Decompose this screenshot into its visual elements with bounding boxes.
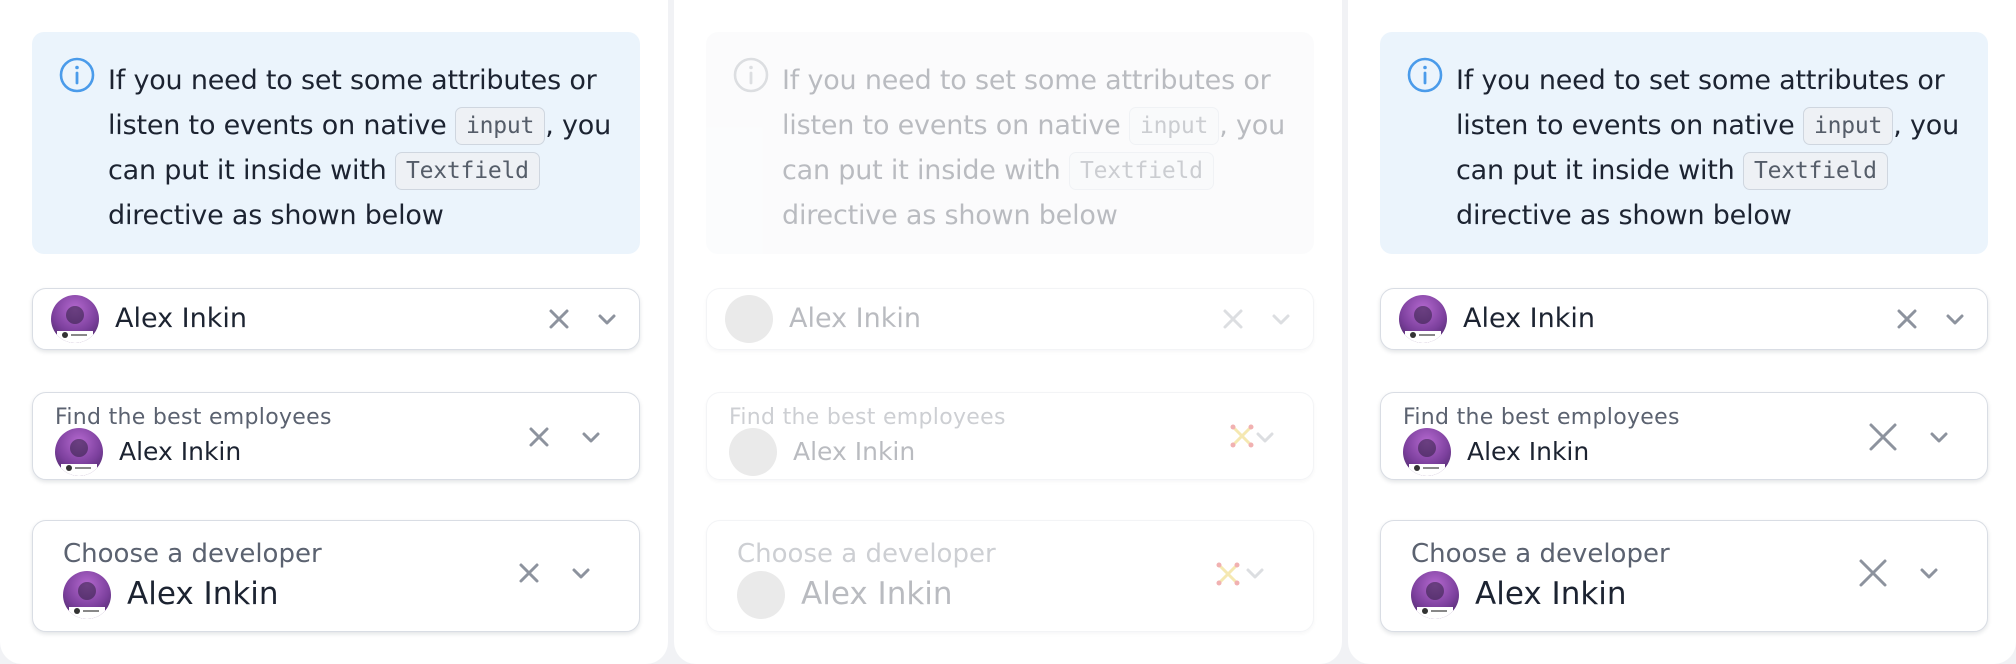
select-field-medium: Find the best employees Alex Inkin xyxy=(706,392,1314,480)
code-textfield: Textfield xyxy=(1742,152,1888,190)
avatar xyxy=(1403,428,1451,476)
clear-icon xyxy=(1223,309,1243,329)
select-field-small[interactable]: Alex Inkin xyxy=(32,288,640,350)
info-icon xyxy=(59,57,95,93)
clear-icon[interactable] xyxy=(547,307,571,331)
select-field-medium[interactable]: Find the best employees Alex Inkin xyxy=(1380,392,1988,480)
select-field-small[interactable]: Alex Inkin xyxy=(1380,288,1988,350)
selected-value: Alex Inkin xyxy=(115,303,247,334)
code-textfield: Textfield xyxy=(1068,152,1214,190)
clear-icon[interactable] xyxy=(1895,307,1919,331)
code-textfield: Textfield xyxy=(394,152,540,190)
clear-icon xyxy=(1216,562,1240,586)
info-text: If you need to set some attributes or li… xyxy=(782,65,1285,231)
avatar xyxy=(1411,571,1459,619)
select-field-large[interactable]: Choose a developer Alex Inkin xyxy=(1380,520,1988,632)
field-label: Find the best employees xyxy=(1403,405,1680,430)
avatar xyxy=(729,428,777,476)
select-field-large: Choose a developer Alex Inkin xyxy=(706,520,1314,632)
selected-value: Alex Inkin xyxy=(801,576,953,612)
select-field-small: Alex Inkin xyxy=(706,288,1314,350)
avatar xyxy=(51,295,99,343)
chevron-down-icon xyxy=(1272,314,1290,325)
selected-value: Alex Inkin xyxy=(793,437,916,466)
selected-value: Alex Inkin xyxy=(119,437,242,466)
avatar xyxy=(737,571,785,619)
example-panel-2: If you need to set some attributes or li… xyxy=(674,0,1342,664)
selected-value: Alex Inkin xyxy=(789,303,921,334)
info-notification: If you need to set some attributes or li… xyxy=(1380,32,1988,254)
clear-icon[interactable] xyxy=(527,425,551,449)
field-label: Choose a developer xyxy=(1411,539,1670,569)
avatar xyxy=(55,428,103,476)
field-label: Find the best employees xyxy=(55,405,332,430)
chevron-down-icon[interactable] xyxy=(1927,427,1951,447)
chevron-down-icon[interactable] xyxy=(579,427,603,447)
code-input: input xyxy=(1802,107,1894,145)
chevron-down-icon[interactable] xyxy=(595,309,619,329)
code-input: input xyxy=(454,107,546,145)
info-text: If you need to set some attributes or li… xyxy=(108,65,611,231)
info-notification: If you need to set some attributes or li… xyxy=(32,32,640,254)
selected-value: Alex Inkin xyxy=(1463,303,1595,334)
field-label: Choose a developer xyxy=(737,539,996,569)
field-label: Find the best employees xyxy=(729,405,1006,430)
clear-icon[interactable] xyxy=(1857,557,1889,589)
select-field-medium[interactable]: Find the best employees Alex Inkin xyxy=(32,392,640,480)
selected-value: Alex Inkin xyxy=(1467,437,1590,466)
example-panel-1: If you need to set some attributes or li… xyxy=(0,0,668,664)
info-icon xyxy=(733,57,769,93)
avatar xyxy=(1399,295,1447,343)
avatar xyxy=(725,295,773,343)
info-icon xyxy=(1407,57,1443,93)
example-panel-3: If you need to set some attributes or li… xyxy=(1348,0,2016,664)
info-text: If you need to set some attributes or li… xyxy=(1456,65,1959,231)
select-field-large[interactable]: Choose a developer Alex Inkin xyxy=(32,520,640,632)
chevron-down-icon[interactable] xyxy=(569,563,593,583)
chevron-down-icon[interactable] xyxy=(1943,309,1967,329)
clear-icon[interactable] xyxy=(517,561,541,585)
field-label: Choose a developer xyxy=(63,539,322,569)
selected-value: Alex Inkin xyxy=(127,576,279,612)
info-notification: If you need to set some attributes or li… xyxy=(706,32,1314,254)
chevron-down-icon[interactable] xyxy=(1917,563,1941,583)
clear-icon[interactable] xyxy=(1867,421,1899,453)
selected-value: Alex Inkin xyxy=(1475,576,1627,612)
chevron-down-icon xyxy=(1256,432,1274,443)
chevron-down-icon xyxy=(1246,568,1264,579)
avatar xyxy=(63,571,111,619)
code-input: input xyxy=(1128,107,1220,145)
